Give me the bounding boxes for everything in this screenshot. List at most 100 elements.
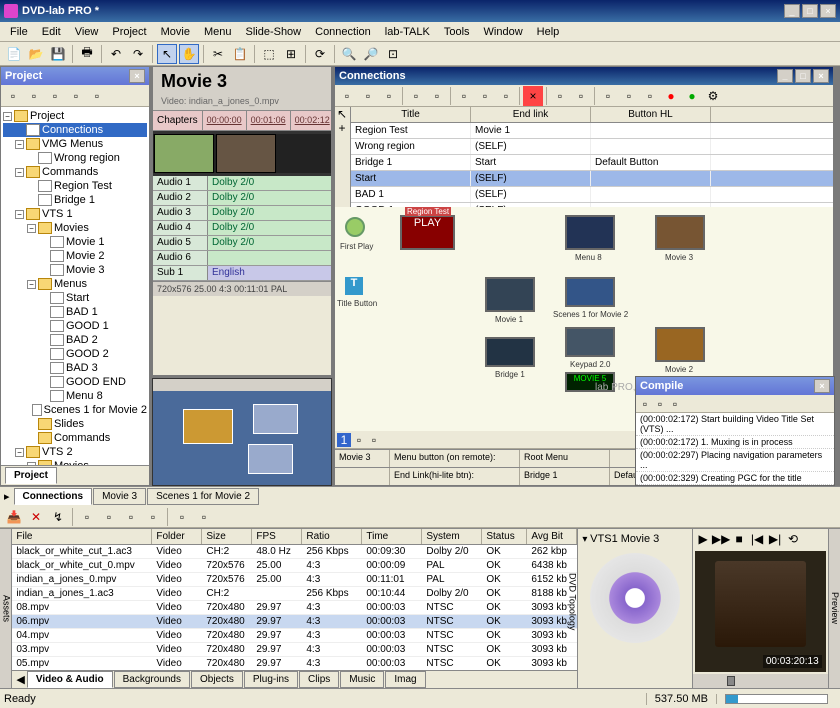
add-icon[interactable]: + [335, 121, 349, 135]
tree-item[interactable]: Menu 8 [3, 389, 147, 403]
slider-thumb[interactable] [727, 676, 735, 686]
conn-tool[interactable]: ▫ [358, 86, 378, 106]
canvas-tool[interactable]: ▫ [352, 433, 366, 447]
open-button[interactable]: 📂 [26, 44, 46, 64]
maximize-button[interactable]: □ [802, 4, 818, 18]
pointer-tool[interactable]: ↖ [157, 44, 177, 64]
scenes-node[interactable] [565, 277, 615, 307]
project-tree[interactable]: −ProjectConnections−VMG MenusWrong regio… [1, 107, 149, 465]
menu-window[interactable]: Window [478, 24, 529, 40]
col-header[interactable]: File [12, 529, 152, 544]
col-header[interactable]: System [422, 529, 482, 544]
conn-row[interactable]: Region TestMovie 1 [351, 123, 833, 139]
menu-object-2[interactable] [253, 404, 298, 434]
conn-row[interactable]: BAD 1(SELF) [351, 187, 833, 203]
conn-tool[interactable]: ● [661, 86, 681, 106]
asset-row[interactable]: 08.mpvVideo720x48029.974:300:00:03NTSCOK… [12, 601, 577, 615]
assets-tab[interactable]: Music [340, 671, 384, 688]
audio-row[interactable]: Audio 3Dolby 2/0 [153, 206, 331, 221]
assets-tab[interactable]: Clips [299, 671, 339, 688]
tree-item[interactable]: Connections [3, 123, 147, 137]
stop-button[interactable]: ■ [731, 531, 747, 547]
tab-scenes[interactable]: Scenes 1 for Movie 2 [147, 488, 259, 505]
proj-tool-3[interactable]: ▫ [45, 86, 65, 106]
conn-tool[interactable]: ▫ [379, 86, 399, 106]
audio-row[interactable]: Audio 6 [153, 251, 331, 266]
tree-item[interactable]: −Movies [3, 221, 147, 235]
conn-tool[interactable]: ▫ [598, 86, 618, 106]
proj-tool-1[interactable]: ▫ [3, 86, 23, 106]
props-r1b[interactable]: Root Menu [520, 450, 610, 467]
tree-item[interactable]: Movie 3 [3, 263, 147, 277]
col-header[interactable]: FPS [252, 529, 302, 544]
menu-view[interactable]: View [69, 24, 105, 40]
conn-tool[interactable]: ▫ [571, 86, 591, 106]
preview-image[interactable]: 00:03:20:13 [695, 551, 826, 672]
asset-row[interactable]: indian_a_jones_1.ac3VideoCH:2256 Kbps00:… [12, 587, 577, 601]
menu-slide-show[interactable]: Slide-Show [239, 24, 307, 40]
compile-title[interactable]: Compile × [636, 377, 834, 395]
tab-nav-left[interactable]: ◀ [16, 673, 24, 686]
conn-tool[interactable]: ▫ [406, 86, 426, 106]
tool-a[interactable]: ⬚ [259, 44, 279, 64]
asset-row[interactable]: black_or_white_cut_1.ac3VideoCH:248.0 Hz… [12, 545, 577, 559]
movie2-node[interactable] [655, 327, 705, 362]
tree-item[interactable]: −Commands [3, 165, 147, 179]
menu8-node[interactable] [565, 215, 615, 250]
undo-button[interactable]: ↶ [106, 44, 126, 64]
col-title[interactable]: Title [351, 107, 471, 122]
canvas-tool[interactable]: ▫ [367, 433, 381, 447]
zoom-in-button[interactable]: 🔍 [339, 44, 359, 64]
menu-edit[interactable]: Edit [36, 24, 67, 40]
asset-row[interactable]: indian_a_jones_0.mpvVideo720x57625.004:3… [12, 573, 577, 587]
tree-item[interactable]: Movie 1 [3, 235, 147, 249]
chapter-2[interactable]: 00:01:06 [247, 111, 291, 130]
asset-delete-button[interactable]: ✕ [26, 507, 46, 527]
asset-tool[interactable]: ↯ [48, 507, 68, 527]
play-button[interactable]: ▶ [695, 531, 711, 547]
movie1-node[interactable] [485, 277, 535, 312]
print-button[interactable]: 🖶 [77, 44, 97, 64]
bridge1-node[interactable] [485, 337, 535, 367]
conn-tool[interactable]: ▫ [619, 86, 639, 106]
asset-tool[interactable]: ▫ [172, 507, 192, 527]
tree-item[interactable]: Movie 2 [3, 249, 147, 263]
menu-tools[interactable]: Tools [438, 24, 476, 40]
redo-button[interactable]: ↷ [128, 44, 148, 64]
conn-row[interactable]: Start(SELF) [351, 171, 833, 187]
project-tab[interactable]: Project [5, 467, 57, 484]
col-header[interactable]: Status [482, 529, 527, 544]
cut-button[interactable]: ✂ [208, 44, 228, 64]
minimize-button[interactable]: _ [784, 4, 800, 18]
asset-tool[interactable]: ▫ [99, 507, 119, 527]
assets-tab[interactable]: Imag [385, 671, 425, 688]
asset-tool[interactable]: ▫ [121, 507, 141, 527]
refresh-button[interactable]: ⟳ [310, 44, 330, 64]
tool-b[interactable]: ⊞ [281, 44, 301, 64]
tab-connections[interactable]: Connections [14, 488, 93, 505]
col-header[interactable]: Size [202, 529, 252, 544]
menu-movie[interactable]: Movie [155, 24, 196, 40]
menu-object-3[interactable] [248, 444, 293, 474]
menu-connection[interactable]: Connection [309, 24, 377, 40]
project-close-icon[interactable]: × [129, 69, 145, 83]
tree-item[interactable]: −VTS 1 [3, 207, 147, 221]
tree-item[interactable]: −VMG Menus [3, 137, 147, 151]
tree-item[interactable]: Scenes 1 for Movie 2 [3, 403, 147, 417]
tree-item[interactable]: Start [3, 291, 147, 305]
asset-tool[interactable]: ▫ [77, 507, 97, 527]
tree-item[interactable]: GOOD 2 [3, 347, 147, 361]
zoom-out-button[interactable]: 🔎 [361, 44, 381, 64]
connections-title[interactable]: Connections _ □ × [335, 67, 833, 85]
compile-tool[interactable]: ▫ [638, 397, 652, 411]
conn-tool[interactable]: ● [682, 86, 702, 106]
disc-graphic[interactable] [590, 553, 680, 643]
tree-item[interactable]: Region Test [3, 179, 147, 193]
pointer-icon[interactable]: ↖ [335, 107, 349, 121]
close-button[interactable]: × [820, 4, 836, 18]
conn-tool[interactable]: ▫ [640, 86, 660, 106]
tree-item[interactable]: −Menus [3, 277, 147, 291]
region-test-node[interactable]: PLAY [400, 215, 455, 250]
menu-file[interactable]: File [4, 24, 34, 40]
tree-item[interactable]: GOOD 1 [3, 319, 147, 333]
